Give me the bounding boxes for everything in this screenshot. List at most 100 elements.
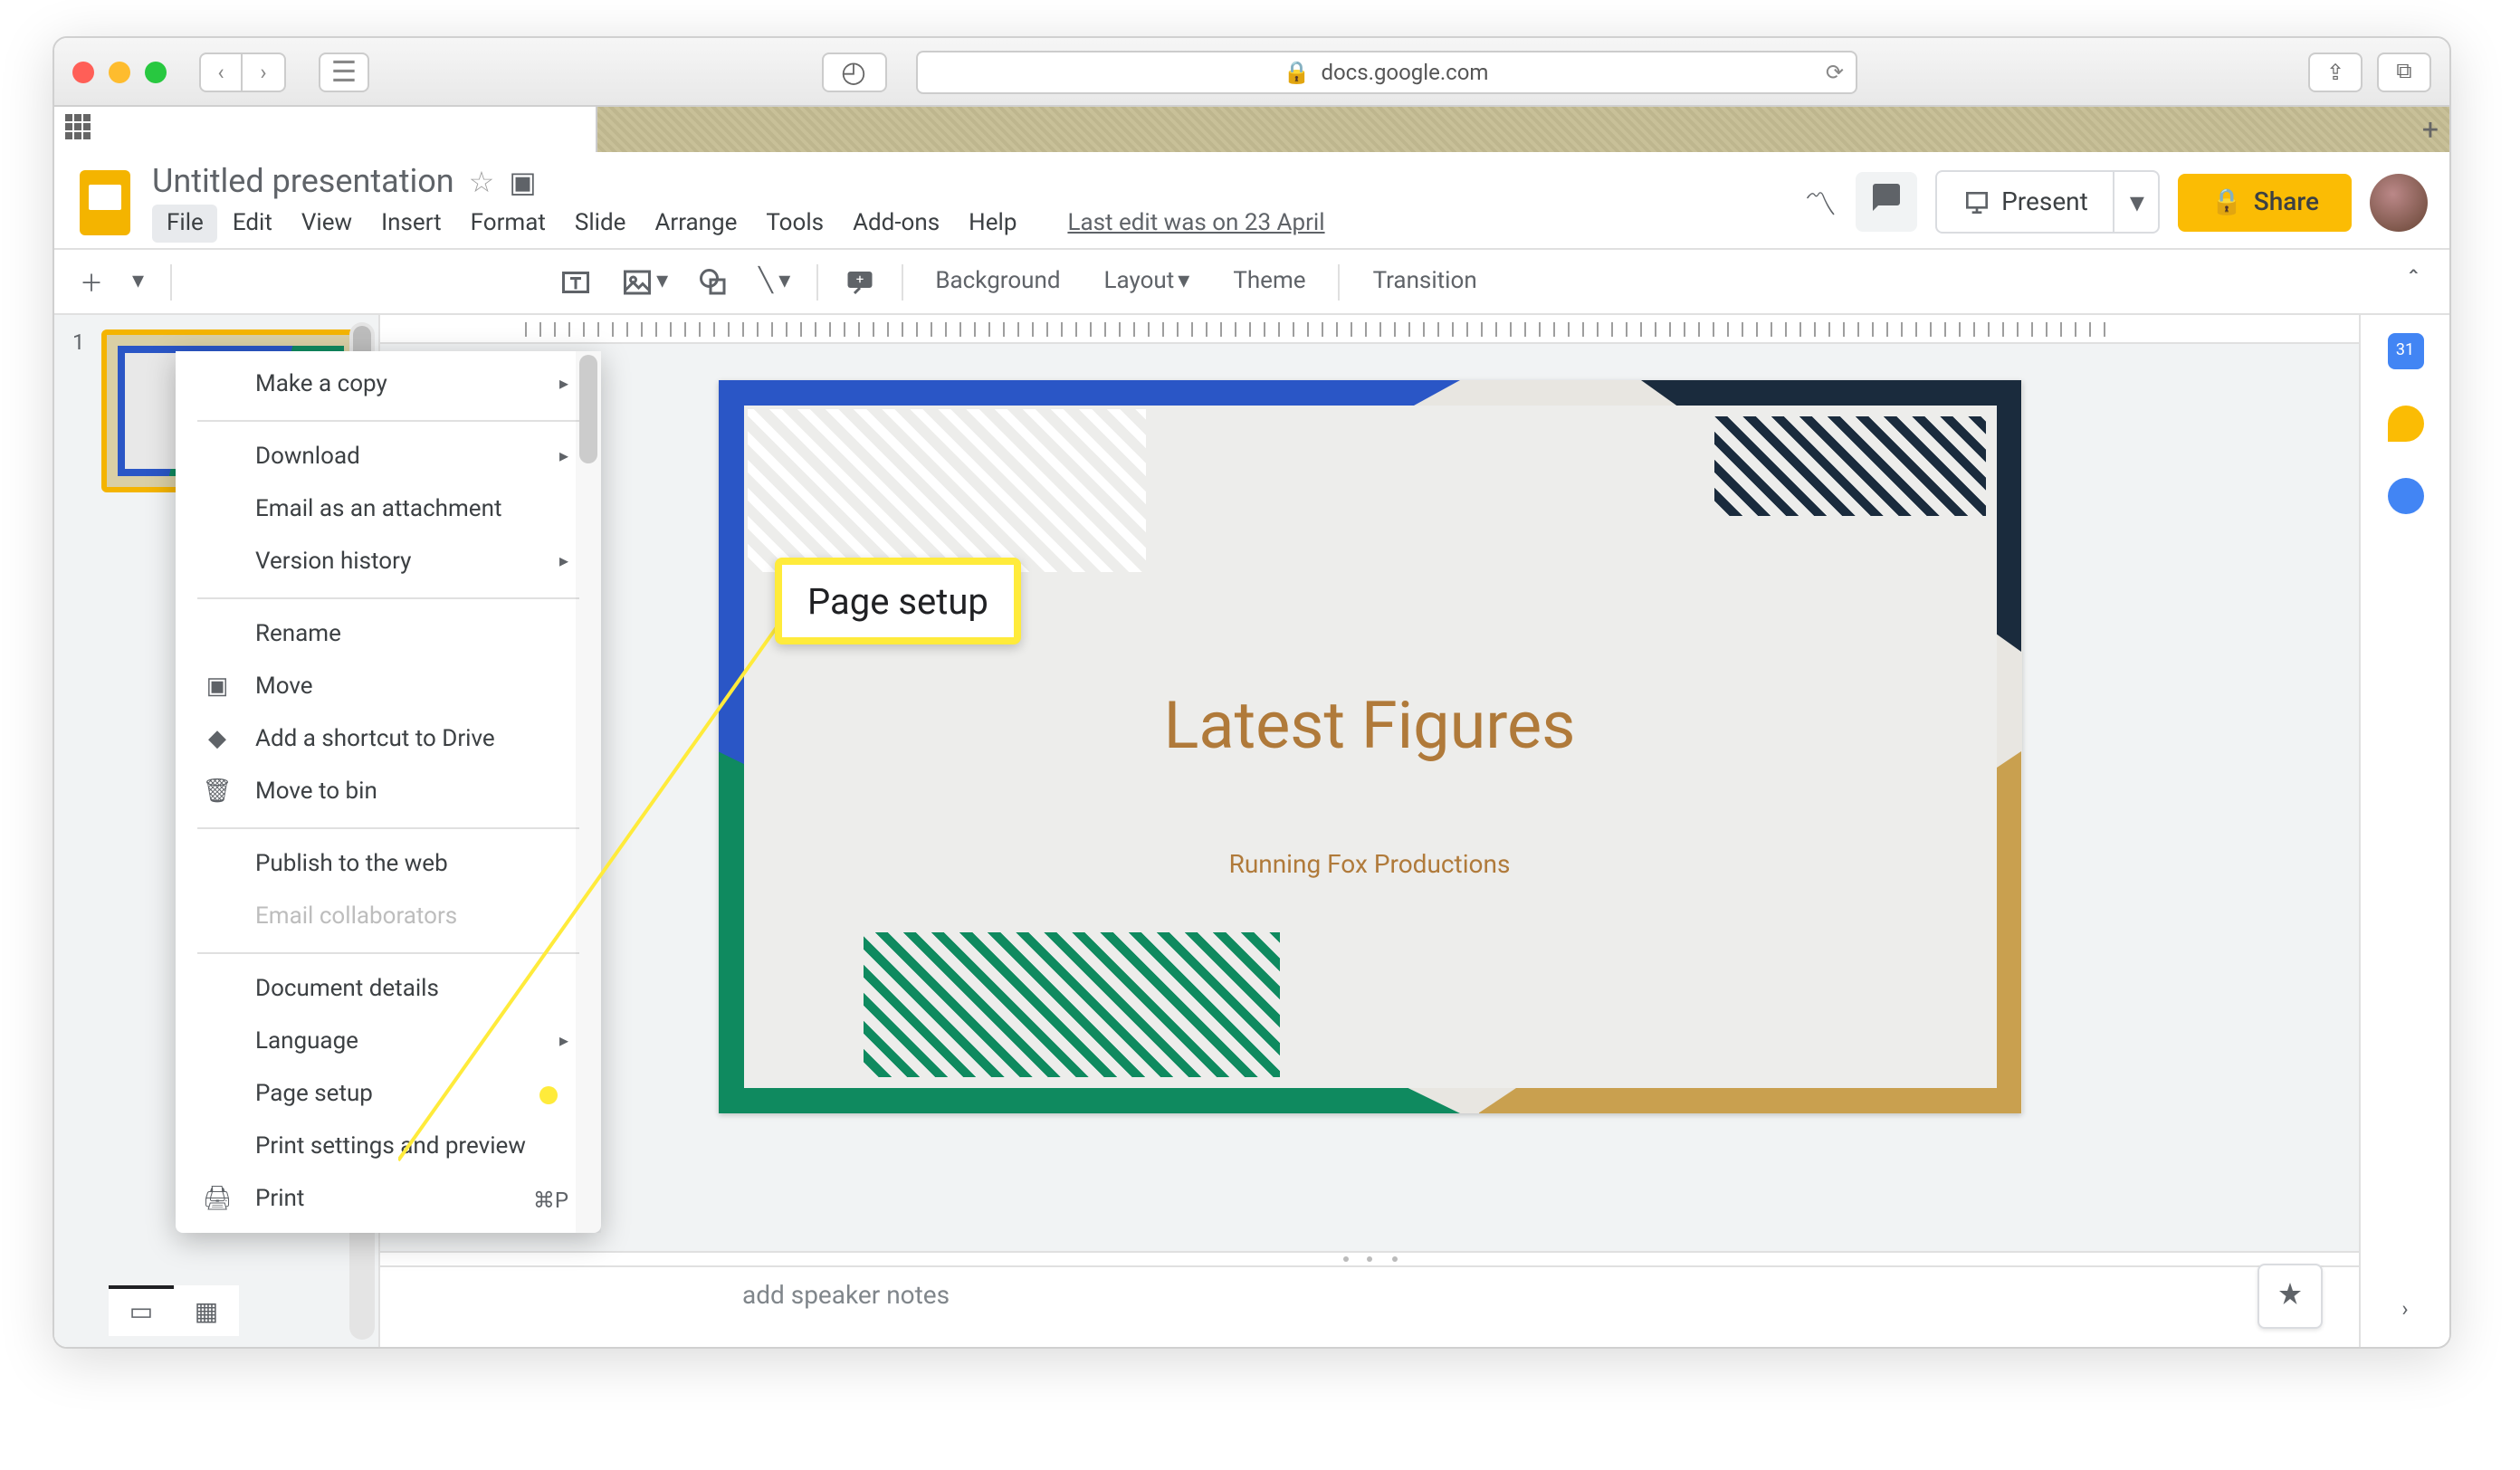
notes-placeholder: add speaker notes [742, 1282, 950, 1311]
address-bar[interactable]: 🔒 docs.google.com ⟳ [915, 50, 1857, 93]
present-label: Present [2001, 187, 2088, 216]
comments-button[interactable] [1855, 172, 1916, 232]
file-make-a-copy[interactable]: Make a copy▸ [176, 358, 601, 411]
slides-logo-icon[interactable] [72, 163, 138, 243]
menu-edit[interactable]: Edit [218, 205, 287, 243]
file-email-collaborators: Email collaborators [176, 891, 601, 943]
keep-addon-icon[interactable] [2387, 406, 2423, 442]
grid-view-button[interactable]: ▦ [174, 1285, 239, 1336]
menu-format[interactable]: Format [456, 205, 560, 243]
file-document-details[interactable]: Document details [176, 963, 601, 1016]
present-options-dropdown[interactable]: ▾ [2114, 172, 2159, 232]
sidebar-toggle-button[interactable]: ☰ [319, 52, 369, 91]
collapse-toolbar-icon[interactable]: ˆ [2392, 257, 2435, 306]
side-panel: › [2359, 315, 2449, 1347]
share-sheet-button[interactable]: ⇪ [2308, 52, 2362, 91]
horizontal-ruler [380, 315, 2359, 344]
calendar-addon-icon[interactable] [2387, 333, 2423, 369]
file-print[interactable]: 🖨Print⌘P [176, 1173, 601, 1226]
minimize-window-icon[interactable] [109, 61, 130, 82]
account-avatar[interactable] [2370, 173, 2428, 231]
toolbar: ＋ ▾ ▾ ╲ ▾ + Background Layout ▾ Theme Tr… [54, 250, 2449, 315]
file-move-to-bin[interactable]: 🗑Move to bin [176, 766, 601, 818]
activity-icon[interactable]: 〽︎ [1804, 178, 1837, 225]
annotation-callout: Page setup [775, 558, 1021, 644]
tasks-addon-icon[interactable] [2387, 478, 2423, 514]
privacy-shield-icon[interactable]: ◴ [821, 52, 886, 91]
trash-icon: 🗑 [201, 778, 234, 806]
browser-titlebar: ‹ › ☰ ◴ 🔒 docs.google.com ⟳ ⇪ ⧉ [54, 38, 2449, 107]
layout-button[interactable]: Layout ▾ [1086, 261, 1208, 302]
svg-text:+: + [855, 271, 864, 287]
menu-bar: File Edit View Insert Format Slide Arran… [152, 205, 1325, 243]
filmstrip-view-button[interactable]: ▭ [109, 1285, 174, 1336]
menu-file[interactable]: File [152, 205, 218, 243]
lock-icon: 🔒 [1284, 59, 1311, 84]
background-button[interactable]: Background [917, 261, 1078, 302]
document-title[interactable]: Untitled presentation [152, 163, 454, 201]
menu-arrange[interactable]: Arrange [640, 205, 751, 243]
move-to-folder-icon[interactable]: ▣ [509, 165, 536, 199]
slide-subtitle-text[interactable]: Running Fox Productions [718, 851, 2021, 880]
image-tool-icon[interactable]: ▾ [609, 258, 679, 305]
new-tab-button[interactable]: + [2422, 112, 2439, 147]
fullscreen-window-icon[interactable] [145, 61, 167, 82]
shape-tool-icon[interactable] [686, 258, 740, 305]
menu-tools[interactable]: Tools [751, 205, 838, 243]
file-email-attachment[interactable]: Email as an attachment [176, 483, 601, 536]
file-publish[interactable]: Publish to the web [176, 838, 601, 891]
explore-button[interactable] [2258, 1264, 2323, 1329]
close-window-icon[interactable] [72, 61, 94, 82]
printer-icon: 🖨 [201, 1186, 234, 1213]
browser-tabstrip: + [54, 107, 2449, 152]
file-page-setup[interactable]: Page setup [176, 1068, 601, 1121]
menu-help[interactable]: Help [954, 205, 1031, 243]
menu-insert[interactable]: Insert [367, 205, 456, 243]
view-mode-bar: ▭ ▦ [109, 1285, 239, 1336]
document-header: Untitled presentation ☆ ▣ File Edit View… [54, 152, 2449, 250]
reload-icon[interactable]: ⟳ [1826, 59, 1844, 84]
tabs-overview-button[interactable]: ⧉ [2377, 52, 2431, 91]
slide-canvas-area[interactable]: Latest Figures Running Fox Productions [380, 344, 2359, 1251]
textbox-tool-icon[interactable] [548, 258, 602, 305]
url-host: docs.google.com [1321, 59, 1488, 84]
share-button[interactable]: 🔒 Share [2179, 173, 2352, 231]
nav-back-button[interactable]: ‹ [199, 52, 243, 91]
folder-move-icon: ▣ [201, 673, 234, 701]
active-browser-tab[interactable] [54, 107, 597, 152]
share-label: Share [2254, 187, 2319, 216]
current-slide[interactable]: Latest Figures Running Fox Productions [718, 380, 2021, 1113]
dropdown-scrollbar[interactable] [576, 351, 601, 1233]
callout-text: Page setup [807, 579, 988, 623]
file-move[interactable]: ▣Move [176, 661, 601, 713]
file-menu-dropdown: Make a copy▸ Download▸ Email as an attac… [176, 351, 601, 1233]
menu-addons[interactable]: Add-ons [838, 205, 954, 243]
last-edit-link[interactable]: Last edit was on 23 April [1067, 210, 1324, 237]
nav-forward-button[interactable]: › [243, 52, 286, 91]
menu-view[interactable]: View [287, 205, 367, 243]
new-slide-button[interactable]: ＋ [69, 257, 114, 306]
apps-launcher-icon[interactable] [65, 114, 94, 143]
slide-number: 1 [72, 329, 90, 355]
file-print-settings[interactable]: Print settings and preview [176, 1121, 601, 1173]
pane-resize-grip[interactable] [380, 1251, 2359, 1265]
lock-icon: 🔒 [2211, 187, 2243, 216]
file-version-history[interactable]: Version history▸ [176, 536, 601, 588]
file-language[interactable]: Language▸ [176, 1016, 601, 1068]
speaker-notes[interactable]: add speaker notes [380, 1265, 2359, 1347]
line-tool-icon[interactable]: ╲ ▾ [748, 261, 801, 302]
star-icon[interactable]: ☆ [469, 165, 495, 199]
slide-title-text[interactable]: Latest Figures [718, 688, 2021, 764]
present-button[interactable]: Present ▾ [1934, 170, 2161, 234]
file-download[interactable]: Download▸ [176, 431, 601, 483]
comment-tool-icon[interactable]: + [832, 258, 886, 305]
sidepanel-toggle-icon[interactable]: › [2401, 1296, 2408, 1322]
file-rename[interactable]: Rename [176, 608, 601, 661]
window-controls [72, 61, 167, 82]
menu-slide[interactable]: Slide [560, 205, 641, 243]
theme-button[interactable]: Theme [1215, 261, 1323, 302]
drive-shortcut-icon: ◆ [201, 726, 234, 753]
transition-button[interactable]: Transition [1355, 261, 1495, 302]
new-slide-dropdown[interactable]: ▾ [121, 261, 155, 302]
file-add-shortcut[interactable]: ◆Add a shortcut to Drive [176, 713, 601, 766]
